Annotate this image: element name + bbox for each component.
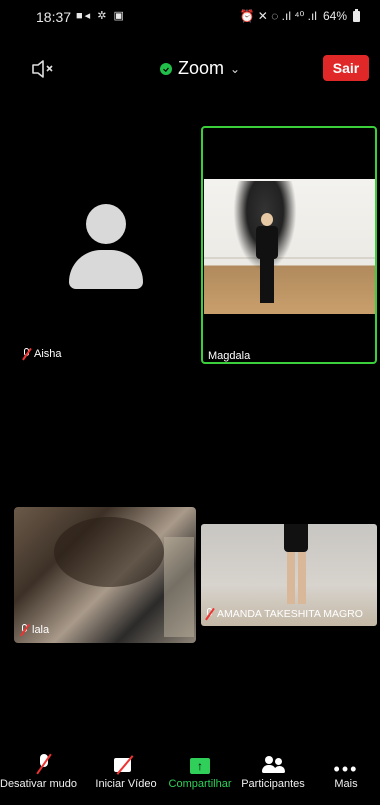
speaker-toggle-button[interactable] bbox=[30, 57, 58, 81]
avatar-placeholder-icon bbox=[69, 204, 143, 289]
more-icon: ••• bbox=[333, 759, 359, 779]
video-tile-magdala[interactable]: Magdala bbox=[201, 126, 377, 364]
status-bar: 18:37 ■◂ ✲ ▣ ⏰ ✕ ◌ .ıl ⁴⁰ .ıl 64% bbox=[0, 0, 380, 34]
participant-name: Aisha bbox=[34, 348, 62, 360]
meeting-toolbar: Desativar mudo Iniciar Vídeo ↑ Compartil… bbox=[0, 748, 380, 805]
dancer-figure bbox=[254, 213, 280, 305]
participants-button[interactable]: Participantes bbox=[238, 748, 308, 805]
status-notification-icons: ■◂ ✲ ▣ bbox=[76, 10, 126, 22]
mute-button[interactable]: Desativar mudo bbox=[0, 748, 88, 805]
video-content bbox=[54, 517, 164, 587]
camera-off-icon bbox=[114, 756, 138, 774]
video-tile-lala[interactable]: lala bbox=[14, 507, 196, 643]
participant-name: AMANDA TAKESHITA MAGRO bbox=[217, 608, 363, 620]
more-label: Mais bbox=[334, 778, 358, 790]
video-tile-amanda[interactable]: AMANDA TAKESHITA MAGRO bbox=[201, 524, 377, 626]
share-screen-icon: ↑ bbox=[190, 758, 210, 774]
mute-label: Desativar mudo bbox=[0, 778, 78, 790]
battery-icon bbox=[353, 8, 360, 22]
video-content bbox=[284, 524, 308, 604]
participant-video bbox=[204, 179, 375, 314]
share-button[interactable]: ↑ Compartilhar bbox=[165, 748, 235, 805]
status-right-group: ⏰ ✕ ◌ .ıl ⁴⁰ .ıl 64% bbox=[239, 8, 360, 23]
participant-label: lala bbox=[20, 624, 49, 636]
meeting-title: Zoom bbox=[178, 58, 225, 78]
mic-muted-icon bbox=[205, 608, 214, 620]
shield-check-icon bbox=[160, 62, 172, 75]
battery-percent: 64% bbox=[322, 9, 347, 23]
participant-name: lala bbox=[32, 624, 50, 636]
start-video-button[interactable]: Iniciar Vídeo bbox=[92, 748, 160, 805]
speaker-off-icon bbox=[32, 60, 53, 78]
participants-label: Participantes bbox=[241, 778, 305, 790]
share-label: Compartilhar bbox=[168, 778, 232, 790]
chevron-down-icon: ⌄ bbox=[230, 61, 241, 76]
status-signal-icons: ⏰ ✕ ◌ .ıl ⁴⁰ .ıl bbox=[239, 9, 317, 23]
mic-muted-icon bbox=[22, 348, 31, 360]
leave-button[interactable]: Sair bbox=[323, 55, 369, 81]
participant-label: Aisha bbox=[22, 348, 62, 360]
mic-muted-icon bbox=[20, 624, 29, 636]
participants-icon bbox=[261, 756, 285, 774]
video-content bbox=[164, 537, 194, 637]
video-label: Iniciar Vídeo bbox=[95, 778, 157, 790]
status-time: 18:37 bbox=[36, 9, 72, 25]
more-button[interactable]: ••• Mais bbox=[326, 748, 366, 805]
mic-muted-icon bbox=[37, 754, 51, 774]
participant-name: Magdala bbox=[208, 350, 251, 362]
participant-label: Magdala bbox=[208, 350, 250, 362]
meeting-title-dropdown[interactable]: Zoom ⌄ bbox=[160, 58, 240, 79]
video-tile-aisha[interactable]: Aisha bbox=[14, 126, 194, 366]
participant-label: AMANDA TAKESHITA MAGRO bbox=[205, 608, 363, 620]
